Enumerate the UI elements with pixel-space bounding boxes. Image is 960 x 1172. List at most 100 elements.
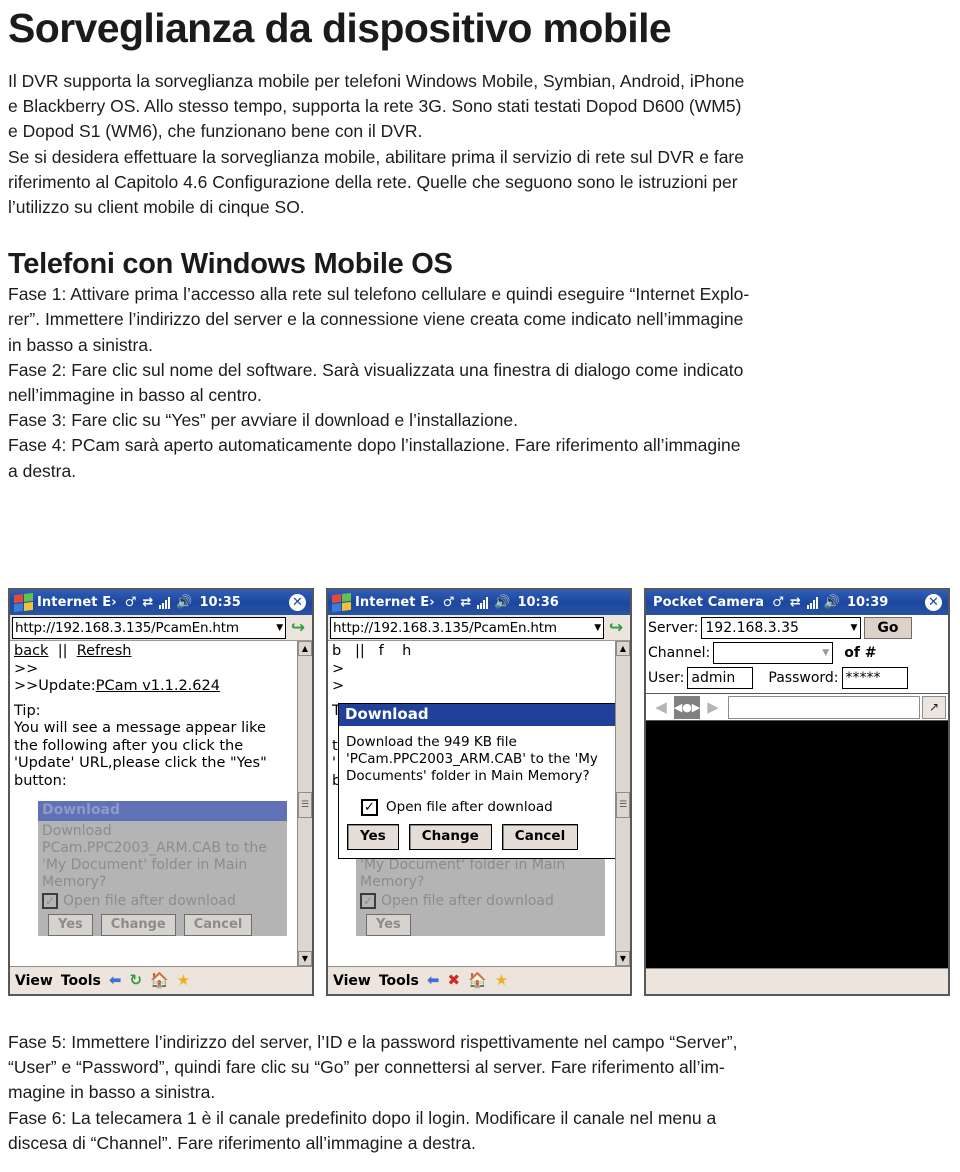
previous-channel-icon[interactable]: ◀: [648, 695, 674, 719]
refresh-link[interactable]: Refresh: [77, 643, 132, 659]
screenshot-download-dialog: Internet E› ♂ ⇄ 🔊 10:36 http://192.168.3…: [326, 588, 632, 996]
volume-icon: 🔊: [176, 595, 193, 610]
titlebar-center: Internet E› ♂ ⇄ 🔊 10:36: [328, 590, 630, 615]
download-dialog: Download Download the 949 KB file 'PCam.…: [338, 703, 615, 859]
web-page-content: back || Refresh >> >>Update:PCam v1.1.2.…: [10, 641, 297, 966]
favorites-icon[interactable]: ★: [495, 973, 508, 988]
chevron-down-icon[interactable]: ▼: [590, 623, 601, 633]
go-arrow-icon[interactable]: ↪: [604, 618, 628, 638]
open-after-download-checkbox[interactable]: ✓ Open file after download: [339, 789, 615, 823]
inline-download-dialog-image: Download Download PCam.PPC2003_ARM.CAB t…: [38, 801, 287, 936]
password-input[interactable]: *****: [841, 667, 908, 689]
intro-paragraph: Il DVR supporta la sorveglianza mobile p…: [8, 69, 952, 220]
windows-mobile-section: Telefoni con Windows Mobile OS Fase 1: A…: [8, 250, 952, 484]
channel-select[interactable]: ▼: [713, 642, 834, 664]
pcam-download-link[interactable]: PCam v1.1.2.624: [96, 678, 220, 694]
intro-line: e Blackberry OS. Allo stesso tempo, supp…: [8, 96, 742, 117]
credentials-row: User: admin Password: *****: [648, 666, 946, 690]
scroll-down-icon[interactable]: ▼: [298, 951, 312, 966]
nav-links-row: back || Refresh: [14, 643, 293, 661]
scroll-up-icon[interactable]: ▲: [298, 641, 312, 656]
user-label: User:: [648, 670, 685, 686]
scroll-up-icon[interactable]: ▲: [616, 641, 630, 656]
chevron-down-icon[interactable]: ▼: [816, 648, 829, 658]
view-menu[interactable]: View: [333, 973, 371, 989]
server-label: Server:: [648, 620, 699, 636]
home-icon[interactable]: 🏠: [150, 973, 169, 988]
favorites-icon[interactable]: ★: [177, 973, 190, 988]
steps-text: Fase 1: Attivare prima l’accesso alla re…: [8, 282, 952, 484]
ghost-body-line: Download: [42, 822, 112, 839]
go-button[interactable]: Go: [864, 617, 912, 639]
scrollbar-thumb[interactable]: ☰: [616, 791, 630, 819]
user-input[interactable]: admin: [687, 667, 754, 689]
playback-nav-bar: ◀ ◀●▶ ▶ ↗: [646, 694, 948, 721]
intro-line: e Dopod S1 (WM6), che funzionano bene co…: [8, 121, 423, 142]
pocket-camera-body: Server: 192.168.3.35 ▼ Go Channel: ▼ of …: [646, 615, 948, 994]
view-menu[interactable]: View: [15, 973, 53, 989]
fullscreen-icon[interactable]: ↗: [922, 695, 946, 719]
tools-menu[interactable]: Tools: [379, 973, 419, 989]
scrollbar-track[interactable]: ☰: [616, 656, 630, 951]
next-channel-icon[interactable]: ▶: [700, 695, 726, 719]
tools-menu[interactable]: Tools: [61, 973, 101, 989]
bottom-line: Fase 5: Immettere l’indirizzo del server…: [8, 1032, 738, 1052]
document-page: Sorveglianza da dispositivo mobile Il DV…: [0, 8, 960, 484]
step-line: Fase 2: Fare clic sul nome del software.…: [8, 359, 744, 380]
address-bar-left: http://192.168.3.135/PcamEn.htm ▼ ↪: [10, 615, 312, 641]
back-link[interactable]: back: [14, 643, 48, 659]
intro-line: Il DVR supporta la sorveglianza mobile p…: [8, 71, 745, 91]
update-prefix: >>Update:: [14, 678, 96, 694]
chevron-down-icon[interactable]: ▼: [272, 623, 283, 633]
obscured-text: b || f h: [332, 643, 412, 659]
vertical-scrollbar[interactable]: ▲ ☰ ▼: [615, 641, 630, 966]
cancel-button[interactable]: Cancel: [501, 824, 579, 850]
scrollbar-thumb[interactable]: ☰: [298, 791, 312, 819]
address-bar-center: http://192.168.3.135/PcamEn.htm ▼ ↪: [328, 615, 630, 641]
ghost-body-line: 'My Document' folder in Main: [42, 856, 248, 873]
windows-logo-icon: [14, 592, 33, 613]
close-icon[interactable]: ✕: [289, 594, 306, 611]
link-separator: ||: [57, 643, 68, 659]
checkbox-label: Open file after download: [63, 892, 236, 909]
back-arrow-icon[interactable]: ⬅: [427, 973, 440, 988]
browser-viewport-center: b || f h > > T t ' b Download PCam.PPC20…: [328, 641, 630, 966]
stop-icon[interactable]: ✖: [447, 973, 460, 988]
step-line: in basso a sinistra.: [8, 334, 153, 355]
bottom-line: Fase 6: La telecamera 1 è il canale pred…: [8, 1107, 717, 1128]
bottom-steps-section: Fase 5: Immettere l’indirizzo del server…: [0, 1030, 960, 1156]
vertical-scrollbar[interactable]: ▲ ☰ ▼: [297, 641, 312, 966]
server-input[interactable]: 192.168.3.35 ▼: [701, 617, 862, 639]
chevron-down-icon[interactable]: ▼: [844, 623, 857, 633]
play-pause-icon[interactable]: ◀●▶: [674, 695, 700, 719]
close-icon[interactable]: ✕: [925, 594, 942, 611]
scroll-down-icon[interactable]: ▼: [616, 951, 630, 966]
status-bar: [646, 968, 948, 994]
go-arrow-icon[interactable]: ↪: [286, 618, 310, 638]
home-icon[interactable]: 🏠: [468, 973, 487, 988]
scrollbar-track[interactable]: ☰: [298, 656, 312, 951]
connection-form: Server: 192.168.3.35 ▼ Go Channel: ▼ of …: [646, 615, 948, 694]
ghost-yes-button: Yes: [366, 914, 411, 936]
titlebar-clock: 10:35: [199, 595, 241, 610]
channel-count-label: of #: [844, 645, 877, 661]
change-button[interactable]: Change: [408, 824, 492, 850]
dialog-buttons: Yes Change Cancel: [339, 822, 615, 858]
step-line: nell’immagine in basso al centro.: [8, 385, 262, 406]
url-input[interactable]: http://192.168.3.135/PcamEn.htm ▼: [12, 616, 286, 639]
refresh-icon[interactable]: ↻: [129, 973, 142, 988]
section-heading: Telefoni con Windows Mobile OS: [8, 248, 453, 281]
url-text: http://192.168.3.135/PcamEn.htm: [15, 619, 239, 636]
video-display-area[interactable]: [646, 721, 948, 968]
url-input[interactable]: http://192.168.3.135/PcamEn.htm ▼: [330, 616, 604, 639]
step-line: Fase 1: Attivare prima l’accesso alla re…: [8, 284, 750, 305]
obscured-text: >: [332, 660, 345, 677]
yes-button[interactable]: Yes: [347, 824, 399, 850]
ghost-body-line: PCam.PPC2003_ARM.CAB to the: [42, 839, 267, 856]
checkbox-icon[interactable]: ✓: [361, 798, 378, 816]
back-arrow-icon[interactable]: ⬅: [109, 973, 122, 988]
status-field[interactable]: [728, 695, 920, 719]
intro-line: riferimento al Capitolo 4.6 Configurazio…: [8, 171, 738, 192]
ghost-dialog-buttons: Yes Change Cancel: [38, 912, 287, 936]
user-value: admin: [691, 670, 736, 686]
